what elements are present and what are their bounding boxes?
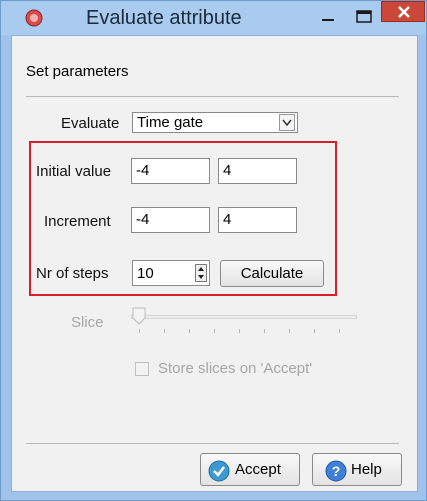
evaluate-selected: Time gate (137, 114, 204, 131)
slider-tick (289, 329, 290, 333)
increment-label: Increment (44, 213, 111, 230)
check-icon (208, 460, 230, 482)
evaluate-dropdown[interactable]: Time gate (132, 112, 298, 133)
slider-tick (339, 329, 340, 333)
slider-tick (314, 329, 315, 333)
divider (26, 96, 399, 97)
store-slices-label: Store slices on 'Accept' (158, 360, 313, 377)
maximize-icon[interactable] (351, 7, 377, 27)
slider-tick (189, 329, 190, 333)
accept-label: Accept (235, 461, 281, 478)
help-icon: ? (325, 460, 347, 482)
svg-text:?: ? (332, 463, 341, 479)
initial-value-to-input[interactable]: 4 (218, 158, 297, 184)
slider-tick (239, 329, 240, 333)
chevron-down-icon[interactable] (279, 114, 295, 131)
divider (26, 443, 399, 444)
app-icon (25, 9, 43, 27)
slider-tick (214, 329, 215, 333)
initial-value-from-input[interactable]: -4 (131, 158, 210, 184)
spinner-arrows-icon[interactable] (195, 264, 207, 282)
evaluate-label: Evaluate (61, 115, 120, 132)
steps-value: 10 (137, 265, 154, 282)
increment-from-input[interactable]: -4 (131, 207, 210, 233)
help-label: Help (351, 461, 382, 478)
close-button[interactable] (381, 1, 425, 22)
store-slices-checkbox[interactable] (135, 362, 149, 376)
slice-slider-thumb[interactable] (132, 307, 146, 325)
help-button[interactable]: ? Help (312, 453, 402, 486)
slice-label: Slice (71, 314, 104, 331)
minimize-icon[interactable] (315, 7, 341, 27)
slider-tick (164, 329, 165, 333)
increment-to-input[interactable]: 4 (218, 207, 297, 233)
slider-tick (139, 329, 140, 333)
title-bar[interactable]: Evaluate attribute (1, 1, 426, 35)
calculate-button[interactable]: Calculate (220, 260, 324, 287)
steps-spinner[interactable]: 10 (132, 260, 210, 286)
dialog-window: Evaluate attribute Set parameters Evalua… (0, 0, 427, 501)
window-title: Evaluate attribute (86, 7, 242, 29)
panel-heading: Set parameters (26, 63, 129, 80)
close-icon (398, 6, 410, 18)
accept-button[interactable]: Accept (200, 453, 300, 486)
steps-label: Nr of steps (36, 265, 109, 282)
slider-tick (264, 329, 265, 333)
initial-value-label: Initial value (36, 163, 112, 180)
slice-slider-track[interactable] (131, 315, 357, 319)
